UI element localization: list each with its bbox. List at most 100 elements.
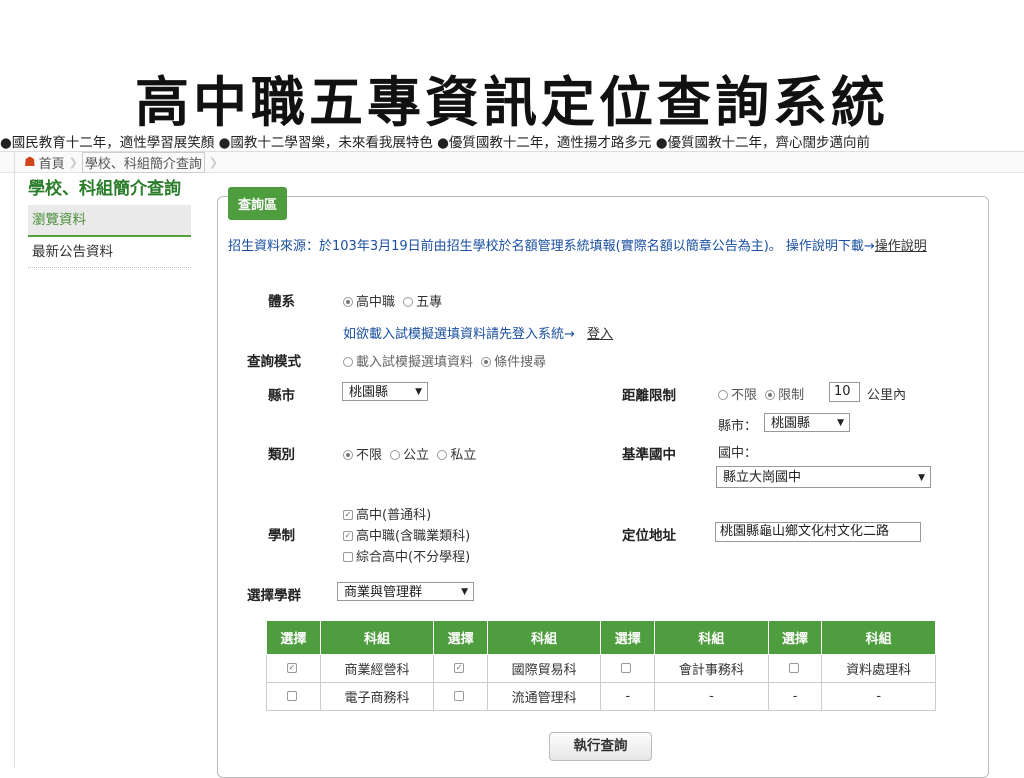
table-header-row: 選擇 科組 選擇 科組 選擇 科組 選擇 科組: [266, 620, 936, 655]
page-left-border: [14, 151, 15, 768]
query-panel-tab: 查詢區: [228, 187, 288, 220]
sidebar-item-announcements[interactable]: 最新公告資料: [28, 237, 191, 268]
query-mode-radio-search[interactable]: [481, 356, 492, 367]
table-cell: [767, 654, 823, 683]
query-mode-label: 查詢模式: [247, 354, 301, 370]
category-option-public: 公立: [403, 448, 430, 463]
school-system-label-vocational: 高中職(含職業類科): [356, 529, 471, 544]
table-cell: [433, 682, 488, 711]
login-prompt: 如欲載入試模擬選填資料請先登入系統→ 登入: [343, 323, 613, 342]
table-row: 電子商務科 流通管理科 - - - -: [266, 682, 936, 711]
query-mode-radio-load[interactable]: [343, 356, 353, 367]
base-school-label: 基準國中: [622, 447, 676, 463]
subjects-table: 選擇 科組 選擇 科組 選擇 科組 選擇 科組 ✓ 商業經營科 ✓ 國際貿易科 …: [266, 620, 936, 711]
col-header-subject: 科組: [319, 620, 435, 655]
category-radio-public[interactable]: [390, 449, 401, 460]
school-system-label: 學制: [268, 528, 295, 544]
system-radio-vocational[interactable]: [343, 296, 353, 307]
table-row: ✓ 商業經營科 ✓ 國際貿易科 會計事務科 資料處理科: [266, 654, 936, 683]
chevron-down-icon: ▼: [461, 587, 468, 597]
address-label: 定位地址: [622, 528, 676, 544]
school-system-checkbox-comprehensive[interactable]: [343, 551, 353, 562]
subject-checkbox[interactable]: [286, 690, 297, 701]
distance-unit: 公里內: [867, 388, 907, 403]
base-county-value: 桃園縣: [771, 416, 811, 431]
col-header-subject: 科組: [821, 620, 936, 655]
subject-checkbox[interactable]: ✓: [286, 662, 297, 673]
sidebar-item-browse[interactable]: 瀏覽資料: [28, 205, 191, 237]
distance-input[interactable]: 10: [829, 382, 860, 402]
distance-option-unlimited: 不限: [731, 388, 758, 403]
table-cell: -: [600, 682, 656, 711]
query-mode-options: 載入試模擬選填資料 條件搜尋: [343, 351, 546, 370]
home-icon: ☗: [24, 154, 36, 170]
address-input[interactable]: 桃園縣龜山鄉文化村文化二路: [715, 522, 921, 542]
col-header-select: 選擇: [266, 620, 321, 655]
school-system-option-2: ✓ 高中職(含職業類科): [343, 525, 470, 544]
table-cell: [600, 654, 656, 683]
subject-checkbox[interactable]: [454, 690, 465, 701]
county-select-value: 桃園縣: [349, 385, 389, 400]
group-select-value: 商業與管理群: [344, 585, 423, 600]
table-cell: 會計事務科: [654, 654, 769, 683]
distance-label: 距離限制: [622, 388, 676, 404]
table-cell: 流通管理科: [486, 682, 602, 711]
chevron-down-icon: ▼: [415, 387, 422, 397]
chevron-down-icon: ▼: [837, 418, 844, 428]
category-option-any: 不限: [356, 448, 383, 463]
school-system-checkbox-general[interactable]: ✓: [343, 509, 353, 520]
system-option-vocational: 高中職: [356, 295, 396, 310]
notice-text: 招生資料來源：於103年3月19日前由招生學校於名額管理系統填報(實際名額以簡章…: [228, 239, 875, 254]
school-system-option-1: ✓ 高中(普通科): [343, 504, 431, 523]
table-cell: ✓: [266, 654, 321, 683]
system-options: 高中職 五專: [343, 291, 442, 310]
table-cell: 國際貿易科: [486, 654, 602, 683]
group-label: 選擇學群: [247, 588, 301, 604]
base-county-select[interactable]: 桃園縣 ▼: [764, 413, 850, 432]
distance-options: 不限 限制: [718, 384, 804, 403]
query-mode-option-load: 載入試模擬選填資料: [356, 355, 474, 370]
breadcrumb: ☗ 首頁 ❯ 學校、科組簡介查詢 ❯: [0, 151, 1024, 173]
col-header-select: 選擇: [767, 620, 823, 655]
run-query-button[interactable]: 執行查詢: [549, 732, 652, 761]
login-prompt-text: 如欲載入試模擬選填資料請先登入系統→: [343, 327, 575, 342]
county-select[interactable]: 桃園縣 ▼: [342, 382, 428, 401]
subject-checkbox[interactable]: ✓: [454, 662, 465, 673]
subject-checkbox[interactable]: [621, 662, 632, 673]
school-system-option-3: 綜合高中(不分學程): [343, 546, 470, 565]
system-radio-junior-college[interactable]: [403, 296, 414, 307]
data-source-notice: 招生資料來源：於103年3月19日前由招生學校於名額管理系統填報(實際名額以簡章…: [228, 236, 988, 258]
login-link[interactable]: 登入: [587, 327, 613, 342]
base-county-label: 縣市：: [718, 419, 758, 434]
col-header-subject: 科組: [654, 620, 769, 655]
sidebar: 學校、科組簡介查詢 瀏覽資料 最新公告資料: [28, 180, 191, 268]
category-radio-private[interactable]: [437, 449, 448, 460]
col-header-select: 選擇: [600, 620, 656, 655]
table-cell: 電子商務科: [319, 682, 435, 711]
col-header-select: 選擇: [433, 620, 488, 655]
school-system-checkbox-vocational[interactable]: ✓: [343, 530, 353, 541]
breadcrumb-home[interactable]: 首頁: [39, 153, 65, 172]
school-system-label-general: 高中(普通科): [356, 508, 432, 523]
category-radio-any[interactable]: [343, 449, 353, 460]
school-system-label-comprehensive: 綜合高中(不分學程): [356, 550, 471, 565]
distance-radio-limit[interactable]: [765, 389, 776, 400]
breadcrumb-separator-icon: ❯: [68, 155, 78, 169]
slide-title: 高中職五專資訊定位查詢系統: [135, 71, 889, 134]
category-label: 類別: [268, 447, 295, 463]
distance-option-limit: 限制: [778, 388, 805, 403]
category-options: 不限 公立 私立: [343, 444, 476, 463]
distance-radio-unlimited[interactable]: [718, 389, 728, 400]
system-option-junior-college: 五專: [416, 295, 443, 310]
group-select[interactable]: 商業與管理群 ▼: [337, 582, 474, 601]
breadcrumb-current[interactable]: 學校、科組簡介查詢: [81, 151, 205, 173]
base-school-select[interactable]: 縣立大崗國中 ▼: [716, 466, 931, 488]
county-label: 縣市: [268, 388, 295, 404]
news-marquee: ●國民教育十二年，適性學習展笑顏 ●國教十二學習樂，未來看我展特色 ●優質國教十…: [0, 135, 870, 151]
sidebar-title: 學校、科組簡介查詢: [28, 179, 181, 199]
subject-checkbox[interactable]: [788, 662, 799, 673]
manual-link[interactable]: 操作說明: [875, 239, 927, 254]
breadcrumb-separator-icon: ❯: [208, 155, 219, 169]
table-cell: [266, 682, 321, 711]
base-school-value: 縣立大崗國中: [723, 470, 802, 485]
